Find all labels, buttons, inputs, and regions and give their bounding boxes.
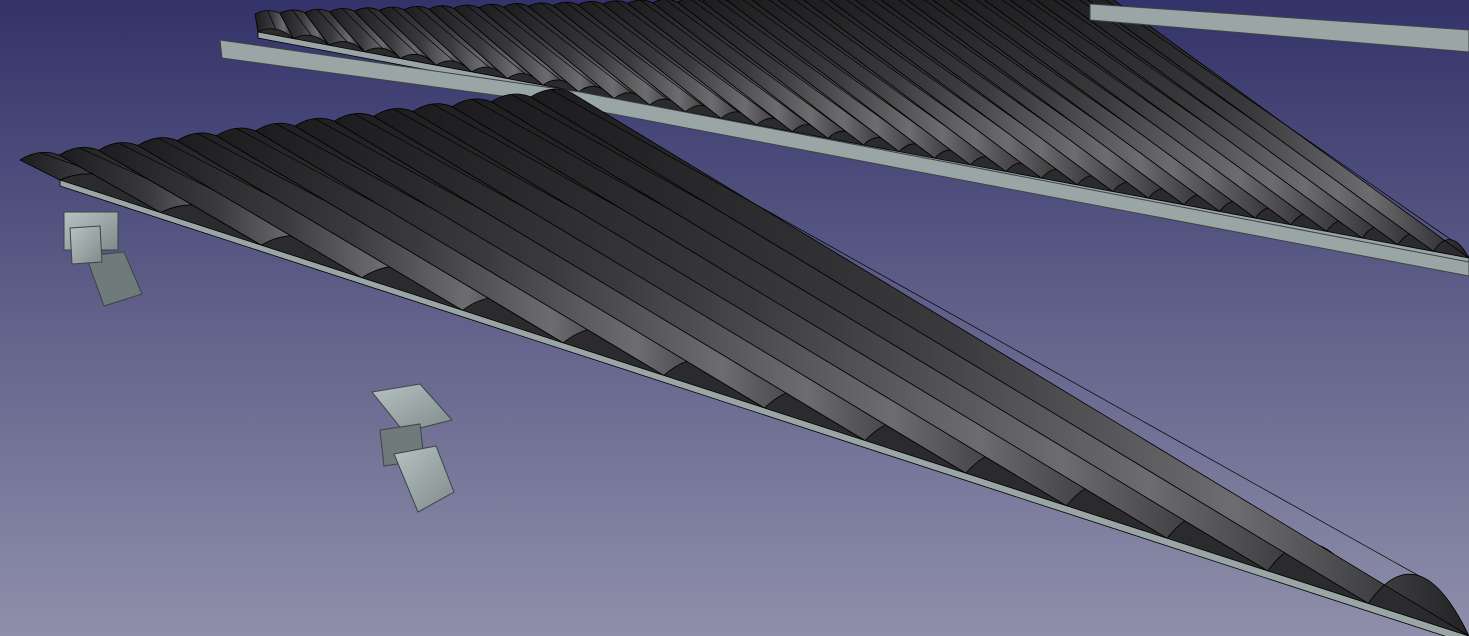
beam-face (69, 225, 103, 265)
scene-canvas[interactable] (0, 0, 1469, 636)
3d-viewport[interactable] (0, 0, 1469, 636)
